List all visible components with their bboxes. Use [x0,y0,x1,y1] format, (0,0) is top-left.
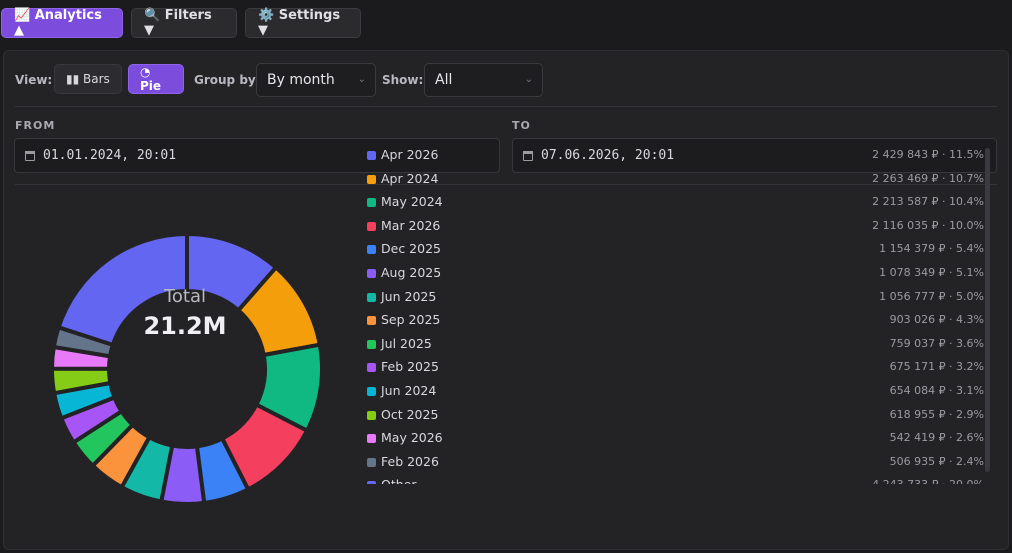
legend-item[interactable]: Sep 2025 903 026 ₽ · 4.3% [364,311,984,331]
legend-item[interactable]: Dec 2025 1 154 379 ₽ · 5.4% [364,240,984,260]
view-label: View: [15,73,53,87]
total-label: Total [163,286,207,307]
legend-swatch [367,387,376,396]
chevron-down-icon: ⌄ [524,74,533,85]
view-pie-label: ◔ Pie [140,65,162,93]
settings-button[interactable]: ⚙️ Settings ▼ [245,8,361,38]
total-value: 21.2M [143,312,227,340]
legend-scrollbar[interactable] [985,148,990,472]
legend-swatch [367,316,376,326]
legend-item-label: Aug 2025 [381,265,442,280]
legend-swatch [367,269,376,278]
legend-item-label: May 2026 [381,430,443,446]
legend-item-value: 1 078 349 ₽ · 5.1% [879,266,984,279]
legend-item[interactable]: Apr 2026 2 429 843 ₽ · 11.5% [364,146,984,166]
legend-item-label: Apr 2026 [381,147,439,162]
legend-swatch [367,292,376,302]
legend-item-label: Feb 2026 [381,453,439,469]
legend-swatch [367,151,376,160]
legend-swatch [367,410,376,420]
settings-button-label: ⚙️ Settings ▼ [258,8,341,38]
legend-swatch [367,481,376,484]
legend-item[interactable]: Feb 2025 675 171 ₽ · 3.2% [364,358,984,378]
legend-item-value: 2 263 469 ₽ · 10.7% [872,171,984,185]
donut-chart [49,231,324,506]
legend-item-label: Jun 2024 [381,383,437,398]
legend-item-label: Feb 2025 [381,359,439,375]
legend-item-value: 654 084 ₽ · 3.1% [889,384,984,397]
from-caption: FROM [15,119,56,132]
legend-swatch [367,245,376,255]
calendar-icon [25,150,35,161]
legend-swatch [367,457,376,467]
view-bars-label: ▮▮ Bars [66,72,110,86]
legend-item-label: Jul 2025 [381,335,432,351]
filters-button[interactable]: 🔍 Filters ▼ [131,8,237,38]
legend-item-value: 4 243 733 ₽ · 20.0% [872,478,984,484]
legend-item-value: 2 213 587 ₽ · 10.4% [872,195,984,209]
legend-item-value: 506 935 ₽ · 2.4% [889,454,984,468]
legend-item-value: 2 429 843 ₽ · 11.5% [872,148,984,161]
legend-item-value: 618 955 ₽ · 2.9% [889,407,984,421]
legend-swatch [367,198,376,208]
filters-button-label: 🔍 Filters ▼ [144,8,212,38]
legend-swatch [367,221,376,231]
legend-item-label: Other [381,477,417,484]
show-value: All [435,72,453,88]
analytics-button-label: 📈 Analytics ▲ [14,8,102,38]
legend-swatch [367,174,376,184]
legend-item-label: Jun 2025 [381,288,437,304]
legend-item-label: Sep 2025 [381,312,441,328]
groupby-value: By month [267,72,335,88]
legend-item[interactable]: Feb 2026 506 935 ₽ · 2.4% [364,453,984,473]
legend-swatch [367,434,376,444]
legend-item-label: Oct 2025 [381,406,439,422]
legend-item-label: Dec 2025 [381,241,441,257]
legend-swatch [367,363,376,373]
legend-item[interactable]: Jul 2025 759 037 ₽ · 3.6% [364,335,984,355]
legend-item[interactable]: Mar 2026 2 116 035 ₽ · 10.0% [364,217,984,237]
chevron-down-icon: ⌄ [357,74,366,85]
legend-item-label: Apr 2024 [381,170,439,186]
analytics-button[interactable]: 📈 Analytics ▲ [1,8,123,38]
legend-item-label: May 2024 [381,194,443,210]
legend-item-value: 1 154 379 ₽ · 5.4% [879,242,984,256]
show-label: Show: [382,73,424,87]
divider [15,106,997,107]
legend-item[interactable]: Jun 2024 654 084 ₽ · 3.1% [364,382,984,402]
legend-item-value: 2 116 035 ₽ · 10.0% [872,218,984,232]
to-caption: TO [512,119,531,132]
legend-item[interactable]: Apr 2024 2 263 469 ₽ · 10.7% [364,170,984,190]
legend-item[interactable]: Oct 2025 618 955 ₽ · 2.9% [364,406,984,426]
legend-item[interactable]: Jun 2025 1 056 777 ₽ · 5.0% [364,288,984,308]
legend-item-value: 542 419 ₽ · 2.6% [889,431,984,445]
legend-item[interactable]: May 2026 542 419 ₽ · 2.6% [364,429,984,449]
view-bars-button[interactable]: ▮▮ Bars [54,64,122,94]
legend-item-value: 903 026 ₽ · 4.3% [889,313,984,327]
legend-item[interactable]: May 2024 2 213 587 ₽ · 10.4% [364,193,984,213]
chart-legend: Apr 2026 2 429 843 ₽ · 11.5% Apr 2024 2 263… [364,146,984,484]
legend-swatch [367,339,376,349]
view-pie-button[interactable]: ◔ Pie [128,64,184,94]
groupby-select[interactable]: By month ⌄ [256,63,376,97]
from-date-value: 01.01.2024, 20:01 [43,148,177,163]
show-select[interactable]: All ⌄ [424,63,543,97]
legend-item-value: 759 037 ₽ · 3.6% [889,336,984,350]
legend-item-value: 1 056 777 ₽ · 5.0% [879,289,984,303]
groupby-label: Group by: [194,73,261,87]
legend-item[interactable]: Aug 2025 1 078 349 ₽ · 5.1% [364,264,984,284]
legend-item[interactable]: Other 4 243 733 ₽ · 20.0% [364,476,984,484]
top-toolbar: 📈 Analytics ▲ 🔍 Filters ▼ ⚙️ Settings ▼ [0,0,1012,46]
legend-item-label: Mar 2026 [381,217,441,233]
legend-item-value: 675 171 ₽ · 3.2% [889,360,984,374]
